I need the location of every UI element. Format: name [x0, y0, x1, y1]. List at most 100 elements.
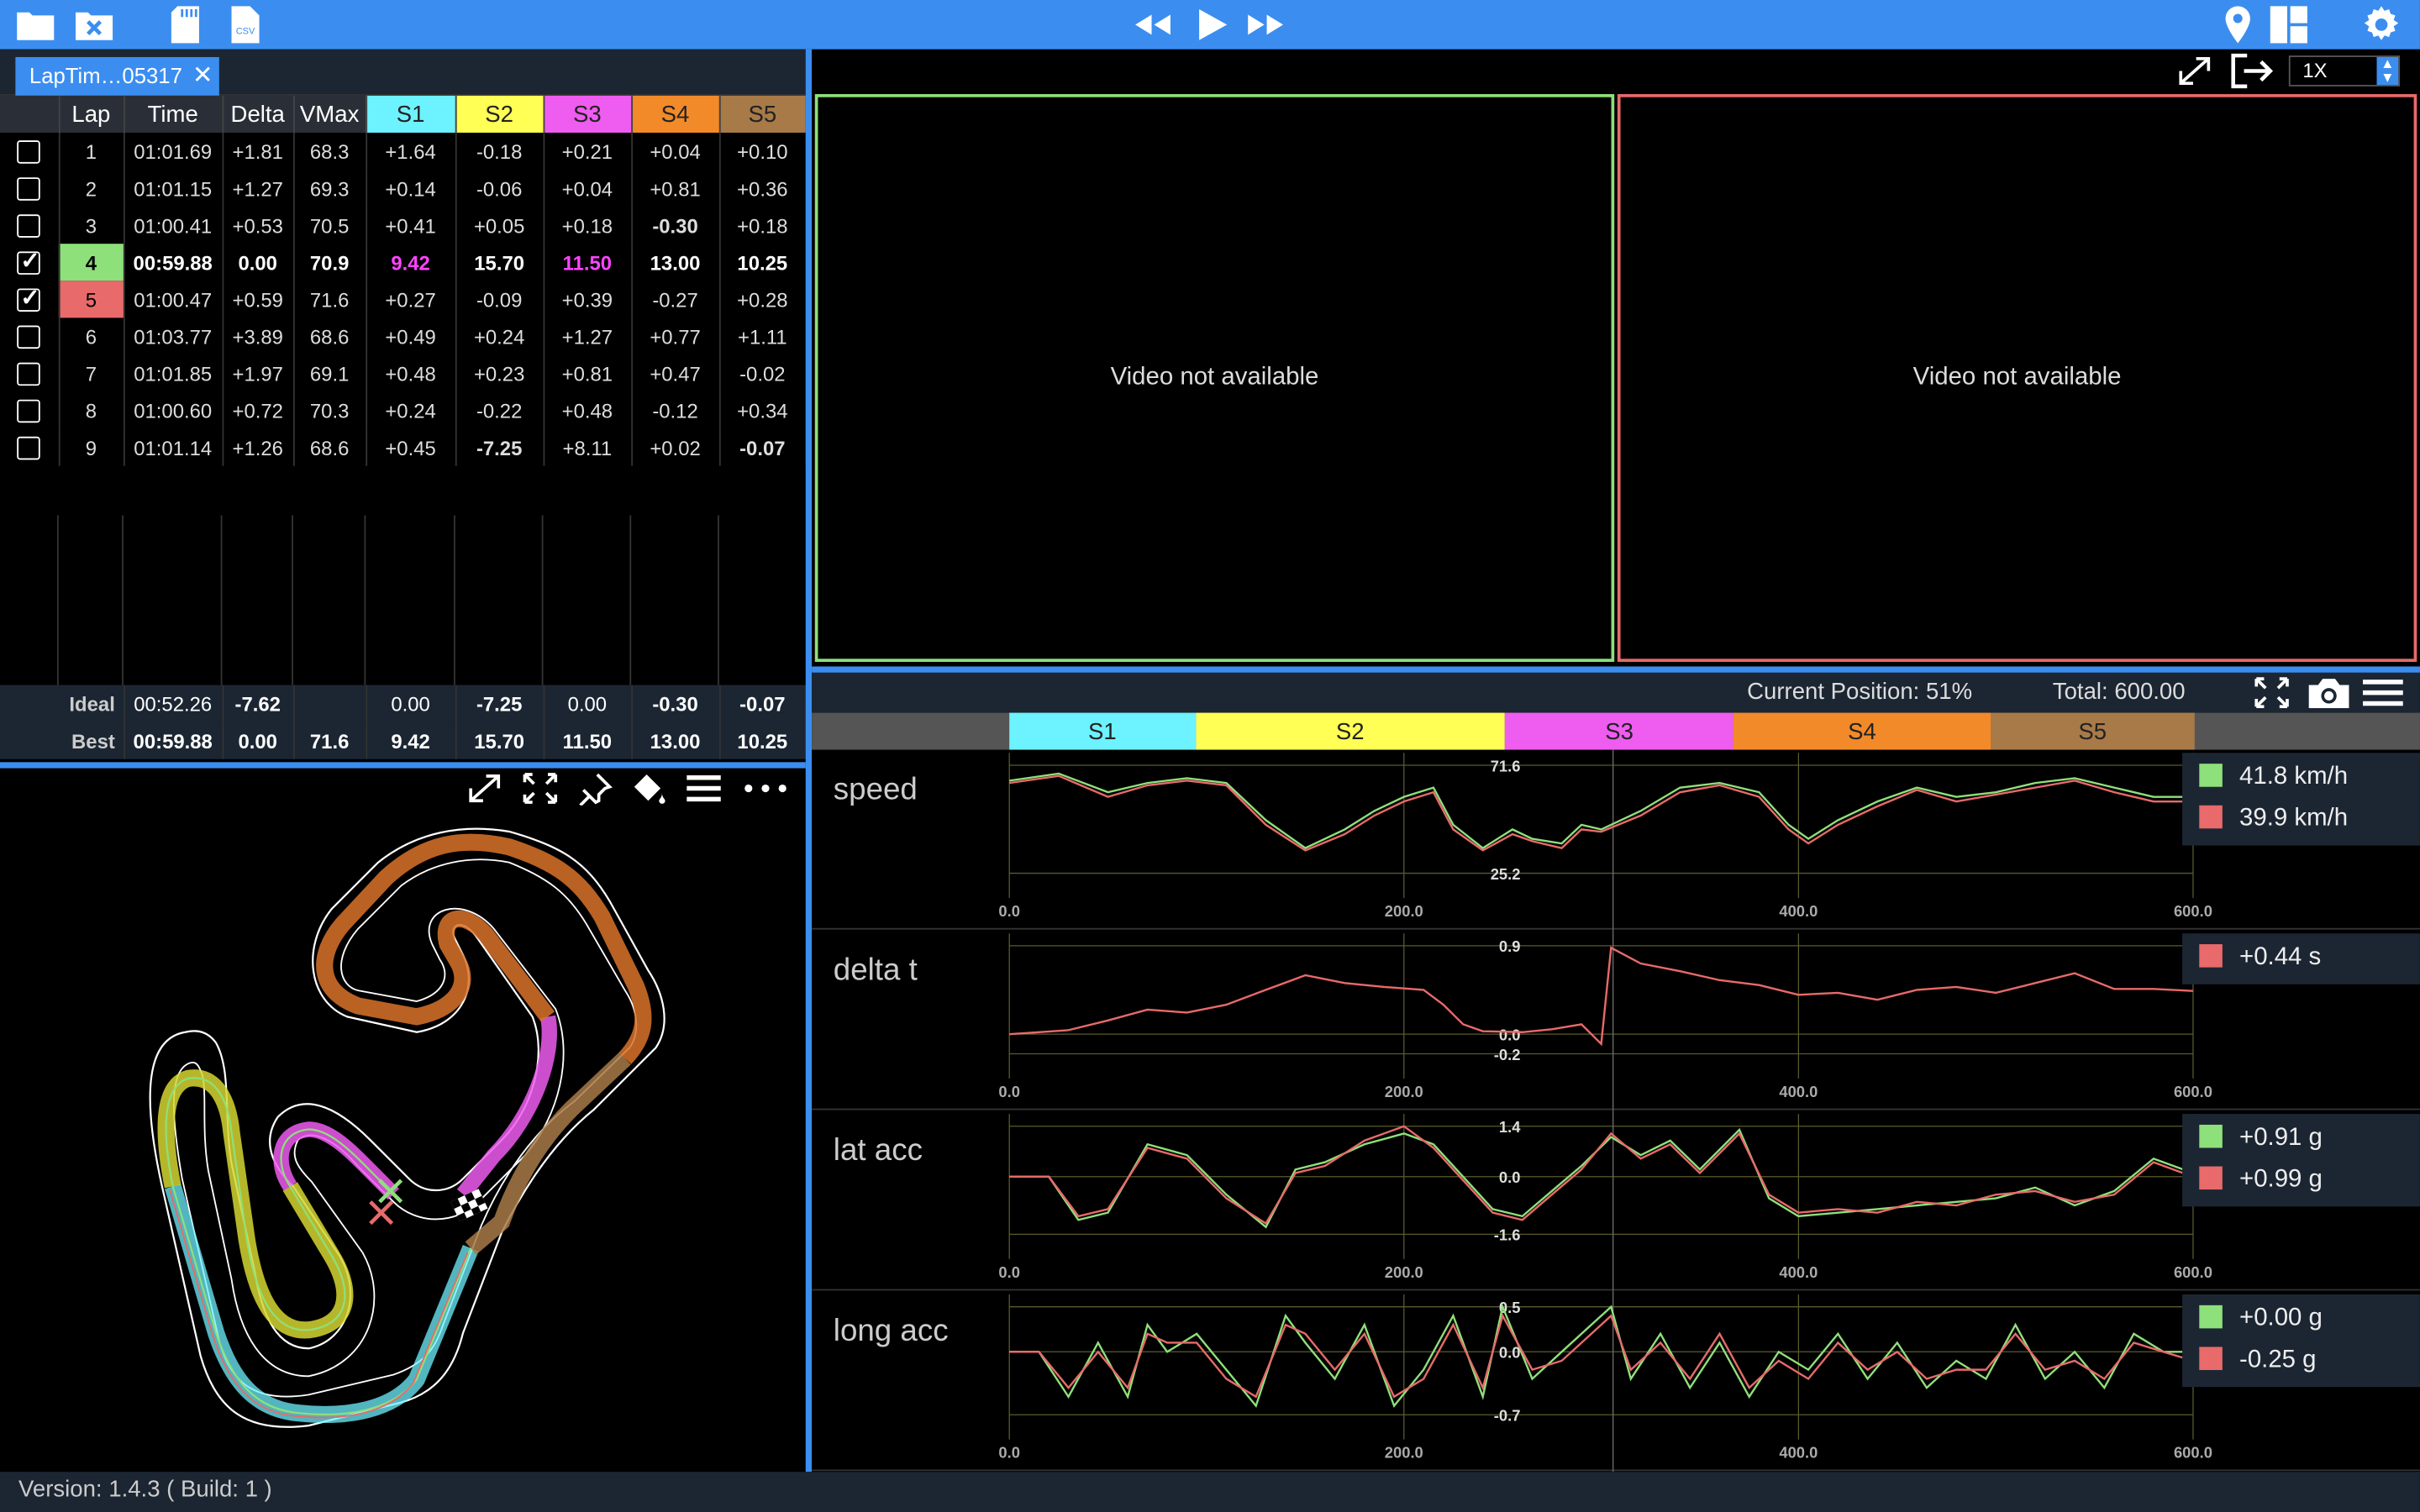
paint-bucket-icon[interactable] — [629, 771, 666, 805]
lap-row[interactable]: 2 01:01.15 +1.27 69.3 +0.14 -0.06 +0.04 +0.81 +0… — [0, 170, 807, 207]
lap-checkbox[interactable] — [17, 177, 41, 201]
close-icon[interactable]: ✕ — [192, 57, 213, 96]
lap-checkbox[interactable] — [17, 284, 41, 312]
fast-forward-icon[interactable] — [1241, 5, 1291, 45]
csv-file-icon[interactable]: CSV — [224, 5, 266, 45]
gear-icon[interactable] — [2360, 5, 2402, 45]
camera-icon[interactable] — [2306, 675, 2352, 711]
lap-checkbox-cell — [0, 318, 60, 355]
best-s1: 9.42 — [366, 722, 456, 759]
track-map[interactable] — [0, 808, 806, 1472]
file-tab[interactable]: LapTim…05317 ✕ — [15, 56, 219, 96]
lap-checkbox[interactable] — [17, 140, 41, 164]
x-tick-label: 0.0 — [998, 902, 1020, 920]
lap-checkbox[interactable] — [17, 247, 41, 275]
chart-pane-speed: speed 0.0 200.0 400.0 600.0 71.6 25.2 41.8 km/h… — [812, 749, 2420, 931]
lap-row[interactable]: 6 01:03.77 +3.89 68.6 +0.49 +0.24 +1.27 +0.77 +1… — [0, 318, 807, 355]
lap-time-cell: 01:01.14 — [123, 428, 224, 466]
sector-s5[interactable]: S5 — [1990, 712, 2195, 750]
telemetry-charts[interactable]: speed 0.0 200.0 400.0 600.0 71.6 25.2 41.8 km/h… — [812, 749, 2420, 1473]
lap-s4-cell: -0.12 — [631, 391, 720, 429]
x-tick-label: 200.0 — [1385, 902, 1423, 920]
column-header-s4[interactable]: S4 — [631, 95, 720, 133]
sector-s2[interactable]: S2 — [1195, 712, 1505, 750]
lap-time-cell: 01:03.77 — [123, 318, 224, 355]
column-header-s2[interactable]: S2 — [455, 95, 544, 133]
lap-row[interactable]: 400:59.880.0070.99.4215.7011.5013.0010.2… — [0, 244, 807, 281]
chart-pane-lat-acc: lat acc 0.0 200.0 400.0 600.0 1.4 0.0 -1.6 +0.91… — [812, 1110, 2420, 1292]
column-header-s3[interactable]: S3 — [543, 95, 633, 133]
layout-grid-icon[interactable] — [2267, 5, 2310, 45]
y-tick-label: 0.0 — [1499, 1344, 1521, 1362]
sector-s1[interactable]: S1 — [1009, 712, 1196, 750]
best-delta: 0.00 — [222, 722, 294, 759]
lap-s5-cell: +0.10 — [718, 132, 807, 171]
best-s3: 11.50 — [543, 722, 633, 759]
playback-speed-select[interactable]: 1X ▲ ▼ — [2288, 55, 2401, 87]
folder-close-icon[interactable] — [72, 5, 115, 45]
best-s5: 10.25 — [718, 722, 807, 759]
lap-row[interactable]: 1 01:01.69 +1.81 68.3 +1.64 -0.18 +0.21 +0.04 +0… — [0, 132, 807, 171]
stepper-icon[interactable]: ▲ ▼ — [2376, 56, 2399, 86]
panel-divider[interactable] — [0, 762, 806, 769]
folder-open-icon[interactable] — [14, 5, 57, 45]
column-header-delta[interactable]: Delta — [222, 95, 294, 133]
fullscreen-icon[interactable] — [522, 771, 559, 805]
rewind-icon[interactable] — [1128, 5, 1178, 45]
menu-icon[interactable] — [2361, 675, 2404, 709]
chart-legend: +0.91 g +0.99 g — [2182, 1114, 2420, 1207]
lap-s1-cell: +0.24 — [366, 391, 456, 429]
map-pin-icon[interactable] — [2217, 5, 2260, 45]
legend-swatch — [2199, 805, 2223, 829]
column-header-s5[interactable]: S5 — [718, 95, 807, 133]
column-header-time[interactable]: Time — [123, 95, 224, 133]
lap-lap-cell: 4 — [58, 244, 124, 281]
lap-s3-cell: +0.18 — [543, 207, 633, 244]
lap-row[interactable]: 9 01:01.14 +1.26 68.6 +0.45 -7.25 +8.11 +0.02 -0… — [0, 428, 807, 466]
ideal-s5: -0.07 — [718, 685, 807, 722]
vertical-panel-divider[interactable] — [805, 49, 813, 1473]
x-tick-label: 600.0 — [2174, 1444, 2212, 1462]
export-icon[interactable] — [2228, 52, 2275, 89]
ideal-time: 00:52.26 — [123, 685, 224, 722]
fullscreen-icon[interactable] — [2254, 675, 2291, 709]
column-header-s1[interactable]: S1 — [366, 95, 456, 133]
lap-checkbox[interactable] — [17, 436, 41, 460]
column-header-select[interactable] — [0, 95, 60, 133]
expand-icon[interactable] — [2176, 54, 2213, 87]
more-icon[interactable] — [741, 771, 793, 805]
lap-delta-cell: 0.00 — [222, 244, 294, 281]
sector-s3[interactable]: S3 — [1504, 712, 1734, 750]
column-header-lap[interactable]: Lap — [58, 95, 124, 133]
ideal-delta: -7.62 — [222, 685, 294, 722]
lap-row[interactable]: 3 01:00.41 +0.53 70.5 +0.41 +0.05 +0.18 -0.30 +0… — [0, 207, 807, 244]
summary-table: Ideal 00:52.26 -7.62 0.00 -7.25 0.00 -0.… — [0, 685, 807, 759]
sd-card-icon[interactable] — [166, 5, 209, 45]
play-icon[interactable] — [1190, 5, 1233, 45]
video-panel-lap4[interactable]: Video not available — [814, 94, 1615, 662]
lap-checkbox[interactable] — [17, 362, 41, 386]
series-line-0 — [1009, 772, 2193, 850]
panel-divider[interactable] — [812, 666, 2420, 673]
pin-icon[interactable] — [576, 771, 613, 806]
expand-icon[interactable] — [466, 771, 503, 805]
ideal-vmax — [292, 685, 367, 722]
menu-icon[interactable] — [685, 771, 722, 805]
chart-legend: 41.8 km/h 39.9 km/h — [2182, 753, 2420, 846]
lap-checkbox[interactable] — [17, 325, 41, 349]
column-header-vmax[interactable]: VMax — [292, 95, 367, 133]
lap-row[interactable]: 501:00.47+0.5971.6+0.27-0.09+0.39-0.27+0… — [0, 281, 807, 318]
sector-s4[interactable]: S4 — [1733, 712, 1991, 750]
lap-row[interactable]: 8 01:00.60 +0.72 70.3 +0.24 -0.22 +0.48 -0.12 +0… — [0, 391, 807, 429]
lap-s5-cell: +0.18 — [718, 207, 807, 244]
lap-s4-cell: +0.02 — [631, 428, 720, 466]
lap-s1-cell: +0.45 — [366, 428, 456, 466]
video-panel-lap5[interactable]: Video not available — [1617, 94, 2417, 662]
lap-s2-cell: -0.22 — [455, 391, 544, 429]
lap-s4-cell: 13.00 — [631, 244, 720, 281]
lap-checkbox[interactable] — [17, 214, 41, 238]
lap-checkbox-cell — [0, 354, 60, 392]
chart-header: Current Position: 51% Total: 600.00 — [812, 672, 2420, 713]
lap-checkbox[interactable] — [17, 399, 41, 423]
lap-row[interactable]: 7 01:01.85 +1.97 69.1 +0.48 +0.23 +0.81 +0.47 -0… — [0, 354, 807, 392]
